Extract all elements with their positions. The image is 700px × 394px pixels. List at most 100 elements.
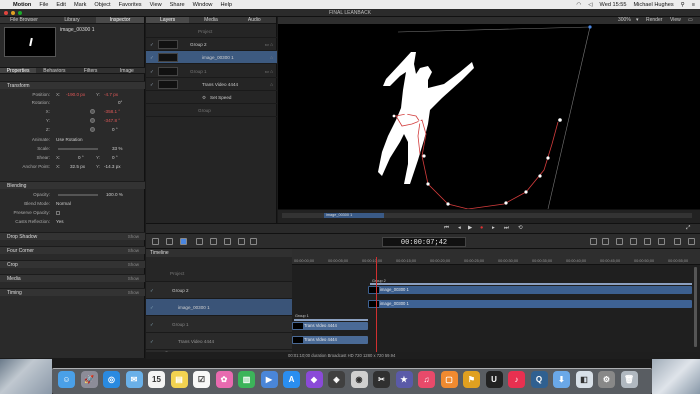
preview-icon[interactable]: ◧ bbox=[575, 371, 593, 388]
lock-icon[interactable]: ▭ ⌂ bbox=[265, 65, 273, 78]
shear-y-value[interactable]: 0 ° bbox=[112, 154, 118, 162]
keynote-icon[interactable]: ▶ bbox=[260, 371, 278, 388]
zoom-select[interactable]: 300% bbox=[618, 17, 631, 24]
timecode-display[interactable]: 00:00:07;42 bbox=[382, 237, 466, 247]
unity-icon[interactable]: U bbox=[485, 371, 503, 388]
timeline-row-trans-video[interactable]: ✓ Trans Video 4444 bbox=[146, 333, 292, 350]
pen-tool-icon[interactable] bbox=[224, 238, 231, 245]
itunes-icon[interactable]: ♫ bbox=[418, 371, 435, 388]
preserve-opacity-checkbox[interactable] bbox=[56, 211, 60, 215]
tab-audio[interactable]: Audio bbox=[233, 17, 276, 23]
menu-edit[interactable]: Edit bbox=[56, 2, 66, 8]
rotation-x-value[interactable]: -358.1 ° bbox=[104, 108, 120, 116]
opacity-slider[interactable] bbox=[58, 194, 98, 196]
zoom-icon[interactable] bbox=[18, 11, 22, 15]
downloads-icon[interactable]: ⬇ bbox=[553, 371, 570, 388]
particles-icon[interactable] bbox=[630, 238, 637, 245]
trans-video-clip-bar[interactable]: Trans Video 4444 bbox=[292, 322, 368, 330]
hud-icon[interactable] bbox=[688, 238, 695, 245]
tab-library[interactable]: Library bbox=[48, 17, 96, 23]
checkbox-icon[interactable]: ✓ bbox=[150, 282, 154, 299]
timeline-row-group-1[interactable]: ✓ Group 1 bbox=[146, 316, 292, 333]
panels-icon[interactable] bbox=[674, 238, 681, 245]
mini-clip-bar[interactable]: image_00300 1 bbox=[324, 213, 384, 218]
timeline-row-image[interactable]: ✓ image_00300 1 bbox=[146, 299, 292, 316]
menu-file[interactable]: File bbox=[39, 2, 48, 8]
animate-select[interactable]: Use Rotation bbox=[56, 136, 83, 144]
select-tool-icon[interactable] bbox=[152, 238, 159, 245]
play-icon[interactable]: ▶ bbox=[468, 225, 472, 231]
rotation-y-dial[interactable] bbox=[90, 118, 95, 123]
checkbox-icon[interactable]: ✓ bbox=[150, 38, 154, 51]
rotation-z-dial[interactable] bbox=[90, 127, 95, 132]
tab-image[interactable]: Image bbox=[109, 68, 145, 74]
show-toggle[interactable]: Show bbox=[128, 275, 139, 283]
menu-mark[interactable]: Mark bbox=[74, 2, 86, 8]
tab-file-browser[interactable]: File Browser bbox=[0, 17, 48, 23]
numbers-icon[interactable]: ▥ bbox=[238, 371, 255, 388]
motion-icon[interactable]: ◆ bbox=[305, 371, 323, 388]
show-toggle[interactable]: Show bbox=[128, 261, 139, 269]
checkbox-icon[interactable]: ✓ bbox=[150, 316, 154, 333]
layer-set-speed[interactable]: ⚙ Set Speed bbox=[146, 91, 277, 104]
scale-slider[interactable] bbox=[58, 148, 98, 150]
image-clip-bar-2[interactable]: image_00300 1 bbox=[368, 300, 692, 308]
notes-icon[interactable]: ▤ bbox=[170, 371, 188, 388]
window-icon[interactable]: ▭ bbox=[688, 17, 693, 24]
menu-share[interactable]: Share bbox=[170, 2, 185, 8]
checkbox-icon[interactable]: ✓ bbox=[150, 333, 154, 350]
add-behavior-icon[interactable] bbox=[590, 238, 597, 245]
position-x-value[interactable]: -190.0 px bbox=[66, 91, 85, 99]
step-forward-icon[interactable]: ▸ bbox=[492, 225, 495, 231]
finder-icon[interactable]: ☺ bbox=[58, 371, 75, 388]
section-four-corner[interactable]: Four Corner Show bbox=[0, 246, 145, 254]
canvas[interactable] bbox=[278, 24, 700, 210]
show-toggle[interactable]: Show bbox=[128, 233, 139, 241]
final-cut-icon[interactable]: ✂ bbox=[373, 371, 390, 388]
calendar-icon[interactable]: 15 bbox=[148, 371, 165, 388]
export-icon[interactable] bbox=[658, 238, 665, 245]
opacity-value[interactable]: 100.0 % bbox=[106, 191, 123, 199]
checkbox-icon[interactable]: ✓ bbox=[150, 78, 154, 91]
menu-object[interactable]: Object bbox=[94, 2, 110, 8]
tab-layers[interactable]: Layers bbox=[146, 17, 190, 23]
checkbox-icon[interactable]: ✓ bbox=[150, 299, 154, 316]
layer-trans-video[interactable]: ✓ Trans Video 4444 ⌂ bbox=[146, 78, 277, 91]
dvd-icon[interactable]: ◉ bbox=[350, 371, 368, 388]
text-tool-icon[interactable] bbox=[238, 238, 245, 245]
checkbox-icon[interactable]: ✓ bbox=[150, 65, 154, 78]
mail-icon[interactable]: ✉ bbox=[125, 371, 143, 388]
imovie-icon[interactable]: ★ bbox=[395, 371, 413, 388]
loop-icon[interactable]: ⟲ bbox=[518, 225, 523, 231]
minimize-icon[interactable] bbox=[11, 11, 15, 15]
section-timing[interactable]: Timing Show bbox=[0, 288, 145, 296]
menu-app[interactable]: Motion bbox=[13, 2, 31, 8]
group-2-range-bar[interactable] bbox=[370, 283, 692, 285]
layer-group[interactable]: Group bbox=[146, 104, 277, 117]
lock-icon[interactable]: ▭ ⌂ bbox=[265, 38, 273, 51]
trash-icon[interactable]: 🗑 bbox=[620, 371, 638, 388]
playhead[interactable] bbox=[376, 257, 377, 357]
tab-media[interactable]: Media bbox=[189, 17, 232, 23]
system-icon[interactable]: ⚙ bbox=[598, 371, 615, 388]
section-media[interactable]: Media Show bbox=[0, 274, 145, 282]
safari-icon[interactable]: ◎ bbox=[103, 371, 120, 388]
layer-project[interactable]: Project bbox=[146, 25, 277, 38]
user-name[interactable]: Michael Hughes bbox=[634, 2, 674, 8]
close-icon[interactable] bbox=[4, 11, 8, 15]
rewind-icon[interactable]: ⏮ bbox=[444, 225, 449, 232]
lock-icon[interactable]: ⌂ bbox=[270, 51, 273, 64]
app-icon[interactable]: ⚑ bbox=[463, 371, 480, 388]
layer-group-2[interactable]: ✓ Group 2 ▭ ⌂ bbox=[146, 38, 277, 51]
shear-x-value[interactable]: 0 ° bbox=[78, 154, 84, 162]
replicator-icon[interactable] bbox=[644, 238, 651, 245]
menu-window[interactable]: Window bbox=[193, 2, 213, 8]
show-toggle[interactable]: Show bbox=[128, 247, 139, 255]
show-toggle[interactable]: Show bbox=[128, 289, 139, 297]
anchor-y-value[interactable]: -14.3 px bbox=[104, 163, 121, 171]
fullscreen-icon[interactable]: ⤢ bbox=[686, 225, 690, 232]
tab-properties[interactable]: Properties bbox=[0, 68, 37, 74]
rotation-x-dial[interactable] bbox=[90, 109, 95, 114]
rotation-value[interactable]: 0° bbox=[118, 99, 122, 107]
casts-reflection-select[interactable]: Yes bbox=[56, 218, 64, 226]
